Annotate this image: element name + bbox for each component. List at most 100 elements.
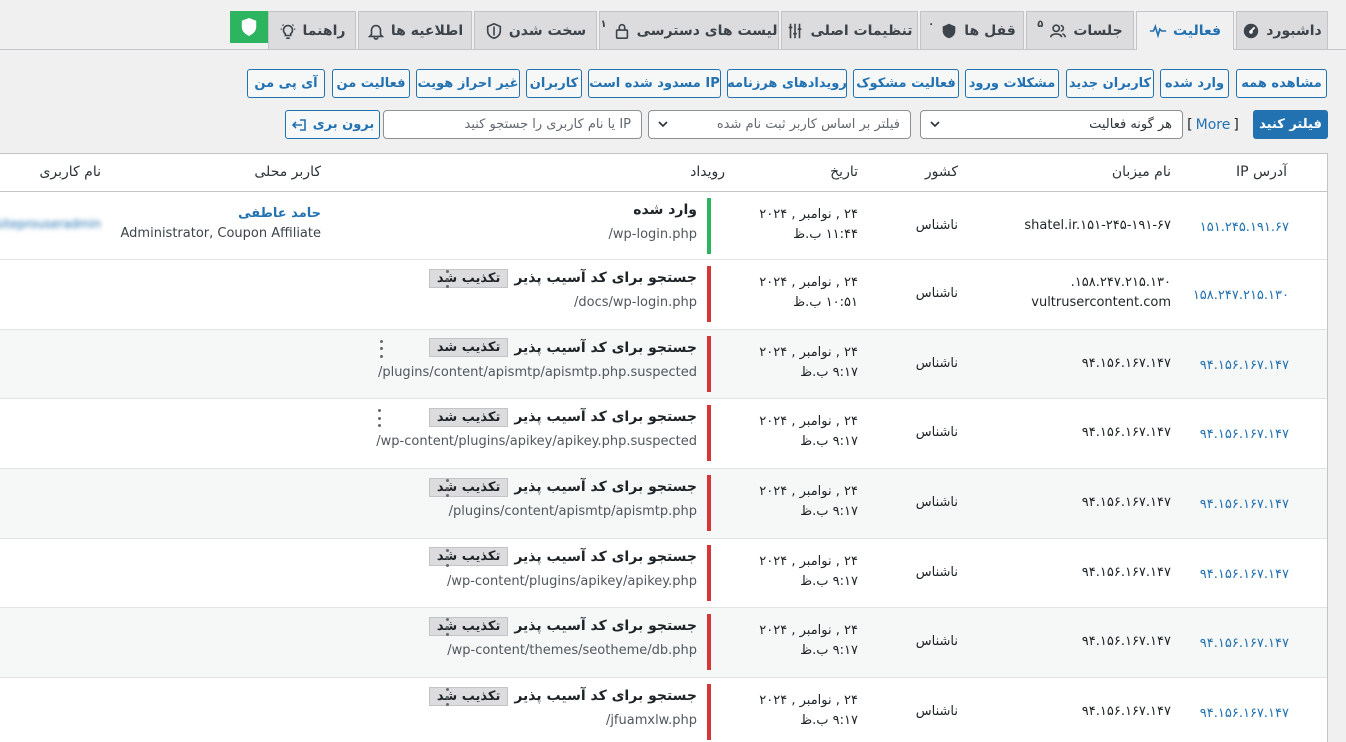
event-title: وارد شده — [609, 198, 697, 222]
filter-new-users[interactable]: کاربران جدید — [1066, 69, 1154, 98]
tab-hardening[interactable]: سخت شدن — [474, 11, 597, 49]
tab-sessions[interactable]: جلسات ۵ — [1026, 11, 1134, 49]
tab-lockouts[interactable]: قفل ها ۰ — [920, 11, 1024, 49]
denied-badge: تکذیب شد — [428, 338, 509, 358]
col-country[interactable]: کشور — [925, 164, 958, 180]
lightbulb-icon — [280, 23, 295, 39]
col-local-user[interactable]: کاربر محلی — [254, 164, 321, 180]
dashboard-icon — [1244, 23, 1259, 38]
date-cell: ۲۴ , نوامبر , ۲۰۲۴ ۹:۱۷ ب.ظ — [759, 343, 858, 383]
col-host[interactable]: نام میزبان — [1112, 164, 1171, 180]
event-cell: جستجو برای کد آسیب پذیر تکذیب شد /plugins… — [428, 475, 711, 532]
local-user-link[interactable]: حامد عاطفی — [121, 204, 321, 224]
host-line: shatel.ir.۱۵۱-۲۴۵-۱۹۱-۶۷ — [1024, 218, 1171, 233]
country-cell: ناشناس — [915, 495, 958, 511]
ip-link[interactable]: ۹۴.۱۵۶.۱۶۷.۱۴۷ — [1200, 636, 1289, 651]
event-path: /plugins/content/apismtp/apismtp.php.sus… — [377, 364, 697, 380]
local-user-cell: حامد عاطفی Administrator, Coupon Affilia… — [121, 204, 321, 244]
col-date[interactable]: تاریخ — [830, 164, 858, 180]
event-label: جستجو برای کد آسیب پذیر — [514, 270, 697, 286]
filter-suspicious[interactable]: فعالیت مشکوک — [853, 69, 959, 98]
logout-button[interactable]: برون بری — [285, 110, 380, 139]
date-line: ۲۴ , نوامبر , ۲۰۲۴ — [759, 275, 858, 290]
date-cell: ۲۴ , نوامبر , ۲۰۲۴ ۹:۱۷ ب.ظ — [759, 552, 858, 592]
row-actions-icon[interactable] — [444, 618, 450, 637]
event-path: /wp-content/themes/seotheme/db.php — [447, 643, 697, 659]
shield-check-icon — [486, 22, 501, 39]
tab-activity[interactable]: فعالیت — [1136, 11, 1234, 50]
col-event[interactable]: رویداد — [690, 164, 725, 180]
time-line: ۹:۱۷ ب.ظ — [800, 643, 858, 659]
col-username[interactable]: نام کاربری — [39, 164, 101, 180]
ip-link[interactable]: ۹۴.۱۵۶.۱۶۷.۱۴۷ — [1200, 567, 1289, 582]
tab-count: ۱ — [600, 19, 607, 30]
tab-label: داشبورد — [1266, 22, 1322, 39]
user-filter-select[interactable]: فیلتر بر اساس کاربر ثبت نام شده — [648, 110, 911, 139]
event-path: /wp-content/plugins/apikey/apikey.php — [446, 573, 697, 589]
bracket-open: [ — [1187, 116, 1193, 133]
host-line: ۹۴.۱۵۶.۱۶۷.۱۴۷ — [1081, 355, 1171, 371]
filter-spam-events[interactable]: رویدادهای هرزنامه — [727, 69, 847, 98]
denied-badge: تکذیب شد — [428, 477, 509, 497]
tab-help[interactable]: راهنما — [268, 11, 356, 49]
tab-bar: داشبورد فعالیت جلسات ۵ قفل ها ۰ تنظیمات … — [0, 0, 1346, 50]
tab-notifications[interactable]: اطلاعیه ها — [358, 11, 472, 49]
filter-users[interactable]: کاربران — [526, 69, 582, 98]
filter-unauthenticated[interactable]: غیر احراز هویت — [416, 69, 520, 98]
event-title: جستجو برای کد آسیب پذیر تکذیب شد — [428, 545, 697, 569]
event-label: جستجو برای کد آسیب پذیر — [514, 409, 697, 426]
security-status-badge[interactable] — [230, 11, 268, 43]
filter-login-problems[interactable]: مشکلات ورود — [965, 69, 1059, 98]
host-line: ۱۵۸.۲۴۷.۲۱۵.۱۳۰. — [1070, 275, 1171, 290]
host-line: ۹۴.۱۵۶.۱۶۷.۱۴۷ — [1081, 564, 1171, 580]
username-link[interactable]: siteprouseradmin — [0, 217, 101, 231]
ip-link[interactable]: ۱۵۱.۲۴۵.۱۹۱.۶۷ — [1200, 220, 1289, 235]
more-link[interactable]: [ More ] — [1187, 110, 1239, 139]
tab-settings[interactable]: تنظیمات اصلی — [781, 11, 918, 49]
local-user-role: Administrator, Coupon Affiliate — [120, 226, 321, 241]
ip-search-input[interactable]: IP یا نام کاربری را جستجو کنید — [383, 110, 642, 139]
activity-pulse-icon — [1149, 24, 1167, 39]
filter-my-activity[interactable]: فعالیت من — [332, 69, 410, 98]
tab-label: تنظیمات اصلی — [810, 22, 913, 39]
event-cell: جستجو برای کد آسیب پذیر تکذیب شد /jfuamxl… — [428, 684, 711, 741]
table-row: ۹۴.۱۵۶.۱۶۷.۱۴۷ ۹۴.۱۵۶.۱۶۷.۱۴۷ ناشناس ۲۴ … — [0, 539, 1327, 609]
host-cell: ۹۴.۱۵۶.۱۶۷.۱۴۷ — [1082, 632, 1171, 652]
col-ip[interactable]: آدرس IP — [1236, 164, 1287, 180]
ip-search-placeholder: IP یا نام کاربری را جستجو کنید — [464, 117, 632, 132]
ip-link[interactable]: ۹۴.۱۵۶.۱۶۷.۱۴۷ — [1200, 497, 1289, 512]
table-row: ۹۴.۱۵۶.۱۶۷.۱۴۷ ۹۴.۱۵۶.۱۶۷.۱۴۷ ناشناس ۲۴ … — [0, 608, 1327, 679]
country-cell: ناشناس — [915, 634, 958, 650]
time-line: ۹:۱۷ ب.ظ — [800, 434, 858, 450]
row-actions-icon[interactable] — [444, 270, 450, 288]
filter-submit-button[interactable]: فیلتر کنید — [1253, 110, 1328, 139]
row-actions-icon[interactable] — [444, 548, 450, 567]
tab-access-lists[interactable]: لیست های دسترسی ۱ — [599, 11, 779, 49]
host-cell: ۱۵۸.۲۴۷.۲۱۵.۱۳۰. vultrusercontent.com — [1031, 273, 1171, 313]
shield-filled-icon — [942, 23, 956, 38]
row-actions-icon[interactable] — [378, 339, 384, 358]
host-cell: ۹۴.۱۵۶.۱۶۷.۱۴۷ — [1082, 423, 1171, 443]
tab-dashboard[interactable]: داشبورد — [1236, 11, 1328, 49]
tab-label: جلسات — [1073, 22, 1123, 39]
event-title: جستجو برای کد آسیب پذیر تکذیب شد — [428, 475, 697, 499]
row-actions-icon[interactable] — [444, 688, 450, 707]
tab-label: راهنما — [302, 22, 346, 39]
denied-badge: تکذیب شد — [428, 547, 509, 567]
host-cell: ۹۴.۱۵۶.۱۶۷.۱۴۷ — [1082, 702, 1171, 722]
ip-link[interactable]: ۹۴.۱۵۶.۱۶۷.۱۴۷ — [1200, 358, 1289, 373]
event-title: جستجو برای کد آسیب پذیر تکذیب شد — [428, 614, 697, 638]
filter-logged-in[interactable]: وارد شده — [1160, 69, 1229, 98]
event-title: جستجو برای کد آسیب پذیر تکذیب شد — [428, 684, 697, 708]
lock-icon — [615, 23, 628, 39]
filter-blocked-ip[interactable]: IP مسدود شده است — [588, 69, 721, 98]
row-actions-icon[interactable] — [376, 409, 382, 428]
country-cell: ناشناس — [915, 704, 958, 720]
activity-type-select[interactable]: هر گونه فعالیت — [920, 110, 1183, 139]
filter-all[interactable]: مشاهده همه — [1236, 69, 1327, 98]
ip-link[interactable]: ۱۵۸.۲۴۷.۲۱۵.۱۳۰ — [1193, 288, 1289, 303]
ip-link[interactable]: ۹۴.۱۵۶.۱۶۷.۱۴۷ — [1200, 427, 1289, 442]
row-actions-icon[interactable] — [444, 479, 450, 498]
filter-my-ip[interactable]: آی پی من — [247, 69, 325, 98]
ip-link[interactable]: ۹۴.۱۵۶.۱۶۷.۱۴۷ — [1200, 706, 1289, 721]
